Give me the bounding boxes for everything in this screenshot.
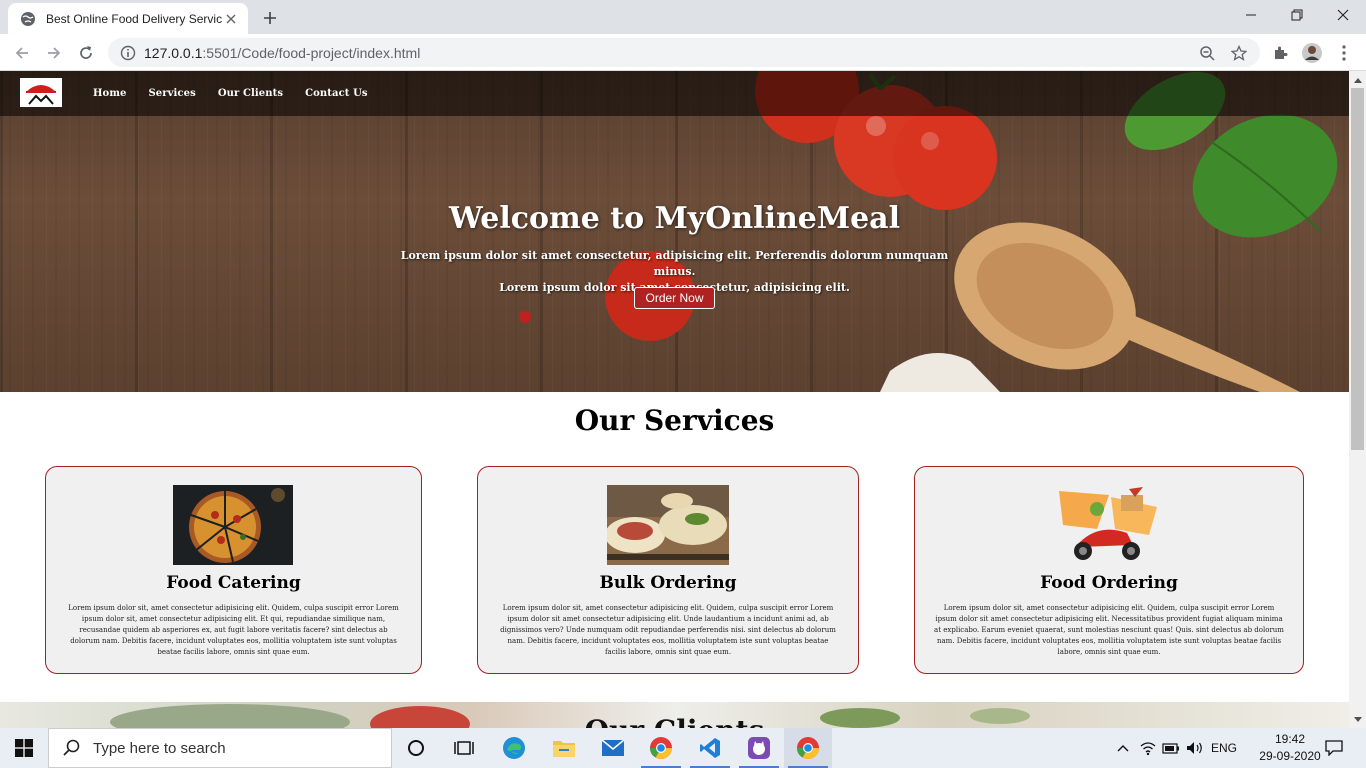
logo-icon [26,85,56,105]
mail-icon[interactable] [589,728,637,768]
chrome-active-window-icon[interactable] [784,728,832,768]
bookmark-star-icon[interactable] [1230,44,1248,62]
browser-tabstrip: Best Online Food Delivery Service [0,0,1366,34]
profile-avatar[interactable] [1300,41,1324,65]
site-logo[interactable] [20,78,62,107]
nav-our-clients[interactable]: Our Clients [218,88,283,99]
nav-home[interactable]: Home [93,88,126,99]
scroll-up-arrow-icon[interactable] [1349,71,1366,88]
url-text: 127.0.0.1:5501/Code/food-project/index.h… [144,45,420,61]
github-desktop-icon[interactable] [735,728,783,768]
hero-section: Home Services Our Clients Contact Us Wel… [0,71,1349,392]
back-icon[interactable] [10,41,34,65]
menu-kebab-icon[interactable] [1332,41,1356,65]
scroll-thumb[interactable] [1351,88,1364,450]
windows-start-icon[interactable] [0,728,48,768]
cortana-icon[interactable] [392,728,440,768]
file-explorer-icon[interactable] [540,728,588,768]
vscode-icon[interactable] [686,728,734,768]
close-window-icon[interactable] [1320,0,1366,30]
service-card-food-catering: Food Catering Lorem ipsum dolor sit, ame… [45,466,422,674]
globe-icon [21,11,35,26]
close-tab-icon[interactable] [222,10,240,28]
card-title: Bulk Ordering [599,573,737,593]
chrome-taskbar-icon[interactable] [637,728,685,768]
nav-services[interactable]: Services [148,88,195,99]
services-title: Our Services [574,404,775,437]
language-label: ENG [1210,741,1237,755]
task-view-icon[interactable] [440,728,488,768]
hero-subtitle-line1: Lorem ipsum dolor sit amet consectetur, … [400,249,949,278]
windows-taskbar: Type here to search ENG 19:42 29-09-2020 [0,728,1366,768]
language-indicator[interactable]: ENG [1208,728,1240,768]
service-card-food-ordering: Food Ordering Lorem ipsum dolor sit, ame… [914,466,1304,674]
notifications-icon[interactable] [1316,728,1352,768]
taskbar-search-box[interactable]: Type here to search [48,728,392,768]
info-icon[interactable] [120,45,136,61]
address-bar[interactable]: 127.0.0.1:5501/Code/food-project/index.h… [108,38,1260,67]
tray-chevron-up-icon[interactable] [1112,728,1134,768]
page-viewport: Home Services Our Clients Contact Us Wel… [0,71,1349,728]
clients-section: Our Clients [0,702,1349,728]
new-tab-icon[interactable] [260,8,280,28]
minimize-icon[interactable] [1228,0,1274,30]
reload-icon[interactable] [74,41,98,65]
scroll-down-arrow-icon[interactable] [1349,711,1366,728]
browser-tab[interactable]: Best Online Food Delivery Service [8,3,248,34]
pizza-image [173,485,293,565]
edge-icon[interactable] [490,728,538,768]
url-host: 127.0.0.1 [144,44,203,61]
delivery-scooter-image [1049,485,1169,565]
nav-contact-us[interactable]: Contact Us [305,88,368,99]
url-path: :5501/Code/food-project/index.html [202,44,421,61]
card-title: Food Ordering [1040,573,1178,593]
nav-links: Home Services Our Clients Contact Us [93,71,390,116]
card-text: Lorem ipsum dolor sit, amet consectetur … [68,604,399,656]
hero-title: Welcome to MyOnlineMeal [449,201,900,236]
tab-title: Best Online Food Delivery Service [46,11,222,26]
clients-title: Our Clients [0,714,1349,728]
card-title: Food Catering [166,573,301,593]
card-text: Lorem ipsum dolor sit, amet consectetur … [934,604,1284,656]
volume-icon[interactable] [1184,728,1206,768]
restore-icon[interactable] [1274,0,1320,30]
search-icon [63,739,80,756]
site-navbar: Home Services Our Clients Contact Us [0,71,1349,116]
browser-toolbar: 127.0.0.1:5501/Code/food-project/index.h… [0,34,1366,71]
zoom-icon[interactable] [1198,44,1216,62]
card-text: Lorem ipsum dolor sit, amet consectetur … [500,604,836,656]
page-scrollbar[interactable] [1349,71,1366,728]
battery-icon[interactable] [1161,728,1181,768]
forward-icon[interactable] [42,41,66,65]
network-icon[interactable] [1138,728,1158,768]
service-card-bulk-ordering: Bulk Ordering Lorem ipsum dolor sit, ame… [477,466,859,674]
order-now-button[interactable]: Order Now [634,287,715,309]
sandwich-image [607,485,729,565]
extensions-icon[interactable] [1268,41,1292,65]
taskbar-search-placeholder: Type here to search [93,739,226,757]
